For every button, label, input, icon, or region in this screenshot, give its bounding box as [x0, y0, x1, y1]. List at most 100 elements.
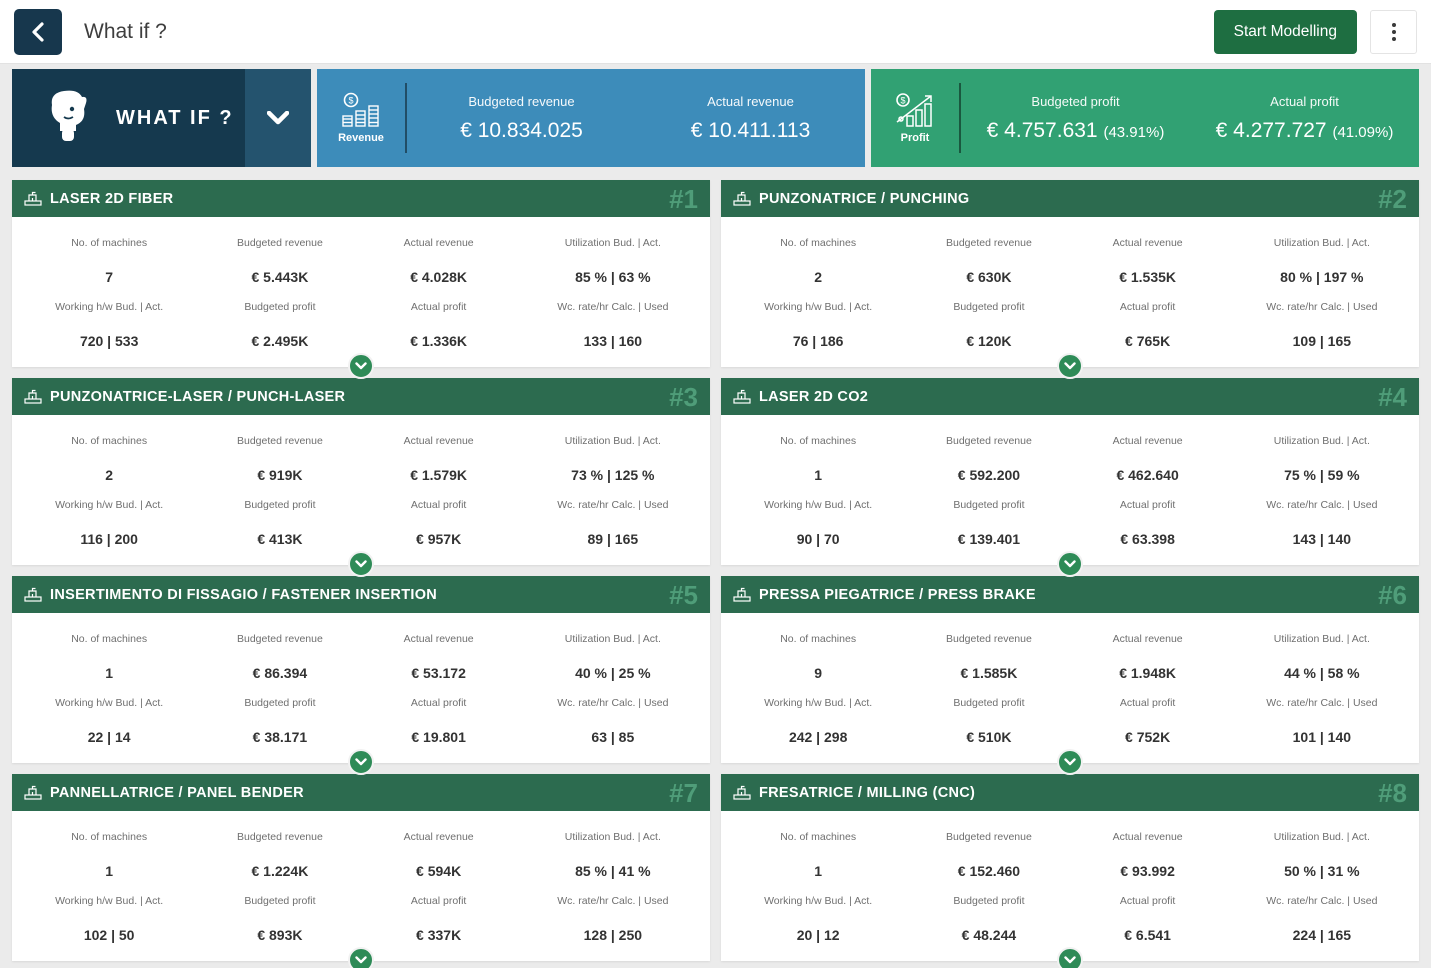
whatif-label: WHAT IF ?: [116, 107, 234, 130]
chevron-down-icon[interactable]: [245, 69, 311, 167]
actual-profit-value: € 765K: [1067, 313, 1229, 349]
machine-icon: [733, 785, 751, 801]
wc-rate-label: Wc. rate/hr Calc. | Used: [520, 879, 706, 907]
svg-text:$: $: [348, 96, 353, 106]
whatif-dropdown[interactable]: WHAT IF ?: [12, 69, 311, 167]
card-header: LASER 2D FIBER #1: [12, 180, 710, 217]
card-header: PUNZONATRICE / PUNCHING #2: [721, 180, 1419, 217]
expand-card-button[interactable]: [1057, 947, 1083, 968]
card-rank-badge: #3: [669, 384, 698, 410]
no-of-machines-value: 2: [725, 249, 911, 285]
no-of-machines-label: No. of machines: [725, 617, 911, 645]
wc-rate-value: 109 | 165: [1229, 313, 1415, 349]
wc-rate-label: Wc. rate/hr Calc. | Used: [1229, 681, 1415, 709]
actual-revenue-label: Actual revenue: [358, 815, 520, 843]
actual-revenue-label: Actual revenue: [636, 94, 865, 109]
budgeted-revenue-value: € 1.224K: [202, 843, 357, 879]
profit-chart-icon: $: [893, 92, 937, 128]
budgeted-profit-value: € 38.171: [202, 709, 357, 745]
profit-icon-label: Profit: [901, 132, 930, 144]
expand-card-button[interactable]: [1057, 551, 1083, 577]
budgeted-profit-value: € 139.401: [911, 511, 1066, 547]
card-body: No. of machines Budgeted revenue Actual …: [721, 217, 1419, 367]
card-title: PRESSA PIEGATRICE / PRESS BRAKE: [759, 587, 1036, 603]
no-of-machines-value: 2: [16, 447, 202, 483]
actual-profit-label: Actual profit: [358, 879, 520, 907]
utilization-label: Utilization Bud. | Act.: [520, 419, 706, 447]
no-of-machines-value: 9: [725, 645, 911, 681]
utilization-label: Utilization Bud. | Act.: [1229, 221, 1415, 249]
workcenter-card: INSERTIMENTO DI FISSAGIO / FASTENER INSE…: [12, 576, 710, 763]
revenue-coins-icon: $: [339, 92, 383, 128]
actual-revenue-value: € 53.172: [358, 645, 520, 681]
wc-rate-label: Wc. rate/hr Calc. | Used: [520, 483, 706, 511]
card-rank-badge: #7: [669, 780, 698, 806]
start-modelling-button[interactable]: Start Modelling: [1214, 10, 1357, 54]
machine-icon: [733, 587, 751, 603]
card-body: No. of machines Budgeted revenue Actual …: [12, 217, 710, 367]
no-of-machines-label: No. of machines: [16, 419, 202, 447]
machine-icon: [24, 587, 42, 603]
chevron-down-icon: [1064, 956, 1076, 964]
budgeted-revenue-value: € 10.834.025: [407, 119, 636, 143]
budgeted-revenue-label: Budgeted revenue: [911, 221, 1066, 249]
card-title: PUNZONATRICE-LASER / PUNCH-LASER: [50, 389, 345, 405]
actual-revenue-label: Actual revenue: [1067, 617, 1229, 645]
expand-card-button[interactable]: [1057, 353, 1083, 379]
card-title: INSERTIMENTO DI FISSAGIO / FASTENER INSE…: [50, 587, 437, 603]
thinking-person-icon: [42, 87, 94, 149]
budgeted-profit-value: € 2.495K: [202, 313, 357, 349]
actual-revenue-value: € 4.028K: [358, 249, 520, 285]
chevron-down-icon: [355, 758, 367, 766]
actual-revenue-label: Actual revenue: [358, 221, 520, 249]
expand-card-button[interactable]: [348, 353, 374, 379]
no-of-machines-label: No. of machines: [725, 815, 911, 843]
budgeted-profit-label: Budgeted profit: [961, 94, 1190, 109]
budgeted-profit-label: Budgeted profit: [911, 681, 1066, 709]
working-hw-label: Working h/w Bud. | Act.: [16, 483, 202, 511]
chevron-down-icon: [1064, 362, 1076, 370]
budgeted-profit-label: Budgeted profit: [202, 483, 357, 511]
utilization-label: Utilization Bud. | Act.: [1229, 617, 1415, 645]
more-options-button[interactable]: [1370, 10, 1417, 54]
working-hw-label: Working h/w Bud. | Act.: [725, 483, 911, 511]
expand-card-button[interactable]: [348, 551, 374, 577]
budgeted-revenue-value: € 5.443K: [202, 249, 357, 285]
wc-rate-value: 224 | 165: [1229, 907, 1415, 943]
working-hw-value: 22 | 14: [16, 709, 202, 745]
wc-rate-label: Wc. rate/hr Calc. | Used: [520, 285, 706, 313]
actual-revenue-label: Actual revenue: [358, 617, 520, 645]
card-body: No. of machines Budgeted revenue Actual …: [12, 811, 710, 961]
no-of-machines-label: No. of machines: [16, 617, 202, 645]
budgeted-revenue-label: Budgeted revenue: [407, 94, 636, 109]
budgeted-revenue-metric: Budgeted revenue € 10.834.025: [407, 94, 636, 143]
actual-revenue-value: € 462.640: [1067, 447, 1229, 483]
utilization-label: Utilization Bud. | Act.: [520, 815, 706, 843]
working-hw-value: 242 | 298: [725, 709, 911, 745]
budgeted-revenue-value: € 152.460: [911, 843, 1066, 879]
expand-card-button[interactable]: [348, 947, 374, 968]
machine-icon: [24, 389, 42, 405]
no-of-machines-value: 1: [16, 645, 202, 681]
expand-card-button[interactable]: [348, 749, 374, 775]
workcenter-card: PRESSA PIEGATRICE / PRESS BRAKE #6 No. o…: [721, 576, 1419, 763]
back-button[interactable]: [14, 9, 62, 55]
card-rank-badge: #2: [1378, 186, 1407, 212]
budgeted-profit-label: Budgeted profit: [202, 285, 357, 313]
utilization-label: Utilization Bud. | Act.: [1229, 815, 1415, 843]
card-body: No. of machines Budgeted revenue Actual …: [721, 811, 1419, 961]
actual-profit-value: € 63.398: [1067, 511, 1229, 547]
workcenter-card: LASER 2D FIBER #1 No. of machines Budget…: [12, 180, 710, 367]
expand-card-button[interactable]: [1057, 749, 1083, 775]
budgeted-revenue-label: Budgeted revenue: [911, 815, 1066, 843]
no-of-machines-value: 1: [725, 447, 911, 483]
chevron-down-icon: [355, 362, 367, 370]
actual-profit-label: Actual profit: [1067, 879, 1229, 907]
summary-band: WHAT IF ? $ Revenue Budgeted r: [12, 69, 1419, 167]
no-of-machines-label: No. of machines: [16, 221, 202, 249]
utilization-label: Utilization Bud. | Act.: [520, 617, 706, 645]
budgeted-revenue-value: € 630K: [911, 249, 1066, 285]
workcenter-card: PUNZONATRICE-LASER / PUNCH-LASER #3 No. …: [12, 378, 710, 565]
budgeted-revenue-label: Budgeted revenue: [202, 221, 357, 249]
actual-revenue-value: € 10.411.113: [636, 119, 865, 143]
